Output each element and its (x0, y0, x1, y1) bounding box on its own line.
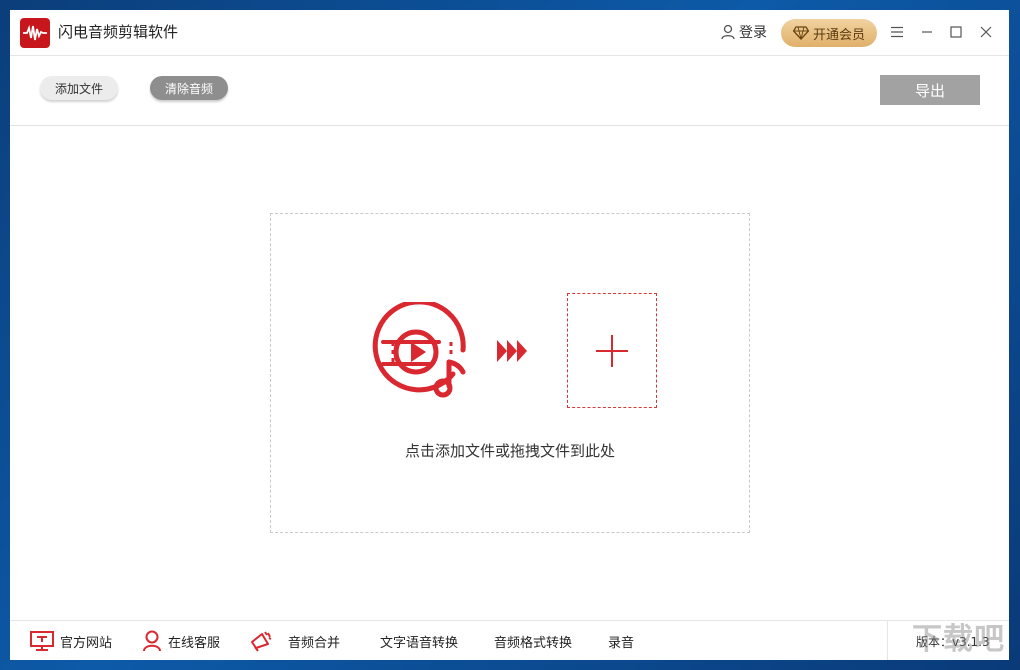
maximize-icon[interactable] (945, 21, 967, 43)
online-service-label: 在线客服 (168, 635, 221, 651)
arrow-right-icon (497, 340, 527, 362)
close-icon[interactable] (975, 21, 997, 43)
vip-label: 开通会员 (812, 27, 865, 43)
official-website-link[interactable]: 官方网站 (30, 621, 112, 660)
official-website-label: 官方网站 (60, 635, 113, 651)
export-button[interactable]: 导出 (880, 75, 980, 105)
file-drop-zone[interactable]: 点击添加文件或拖拽文件到此处 (270, 213, 750, 533)
bottom-bar: 官方网站 在线客服 音频合并 文字语音转换 音频格式转换 录音 版本：v3.1.… (10, 620, 1009, 660)
audio-merge-label: 音频合并 (288, 635, 341, 651)
user-icon (721, 24, 735, 40)
app-logo-icon (20, 18, 50, 48)
record-label: 录音 (608, 635, 635, 651)
clear-audio-button[interactable]: 清除音频 (150, 76, 228, 100)
app-window: 闪电音频剪辑软件 登录 开通会员 添加文件 清除音频 导出 点击添加文件或拖拽文… (10, 10, 1009, 660)
user-icon (143, 630, 161, 652)
drop-hint-text: 点击添加文件或拖拽文件到此处 (404, 442, 615, 460)
audio-video-icon (372, 302, 466, 398)
menu-icon[interactable] (886, 21, 908, 43)
record-link[interactable]: 录音 (608, 621, 634, 660)
diamond-icon (792, 26, 809, 40)
text-to-speech-label: 文字语音转换 (380, 635, 459, 651)
megaphone-icon (251, 631, 272, 652)
login-label: 登录 (739, 25, 767, 41)
vip-button[interactable]: 开通会员 (781, 19, 877, 47)
add-file-button[interactable]: 添加文件 (40, 76, 118, 100)
title-bar: 闪电音频剪辑软件 登录 开通会员 (10, 10, 1009, 56)
app-title: 闪电音频剪辑软件 (58, 23, 179, 41)
add-file-box[interactable] (567, 293, 657, 408)
text-to-speech-link[interactable]: 文字语音转换 (380, 621, 458, 660)
watermark-text: 下载吧 (912, 622, 1005, 657)
toolbar: 添加文件 清除音频 导出 (10, 56, 1009, 126)
minimize-icon[interactable] (916, 21, 938, 43)
online-service-link[interactable]: 在线客服 (142, 621, 220, 660)
audio-format-convert-label: 音频格式转换 (494, 635, 573, 651)
monitor-icon (30, 631, 54, 651)
audio-merge-link[interactable]: 音频合并 (250, 621, 340, 660)
audio-format-convert-link[interactable]: 音频格式转换 (494, 621, 572, 660)
login-button[interactable]: 登录 (720, 22, 767, 42)
plus-icon (596, 334, 628, 367)
